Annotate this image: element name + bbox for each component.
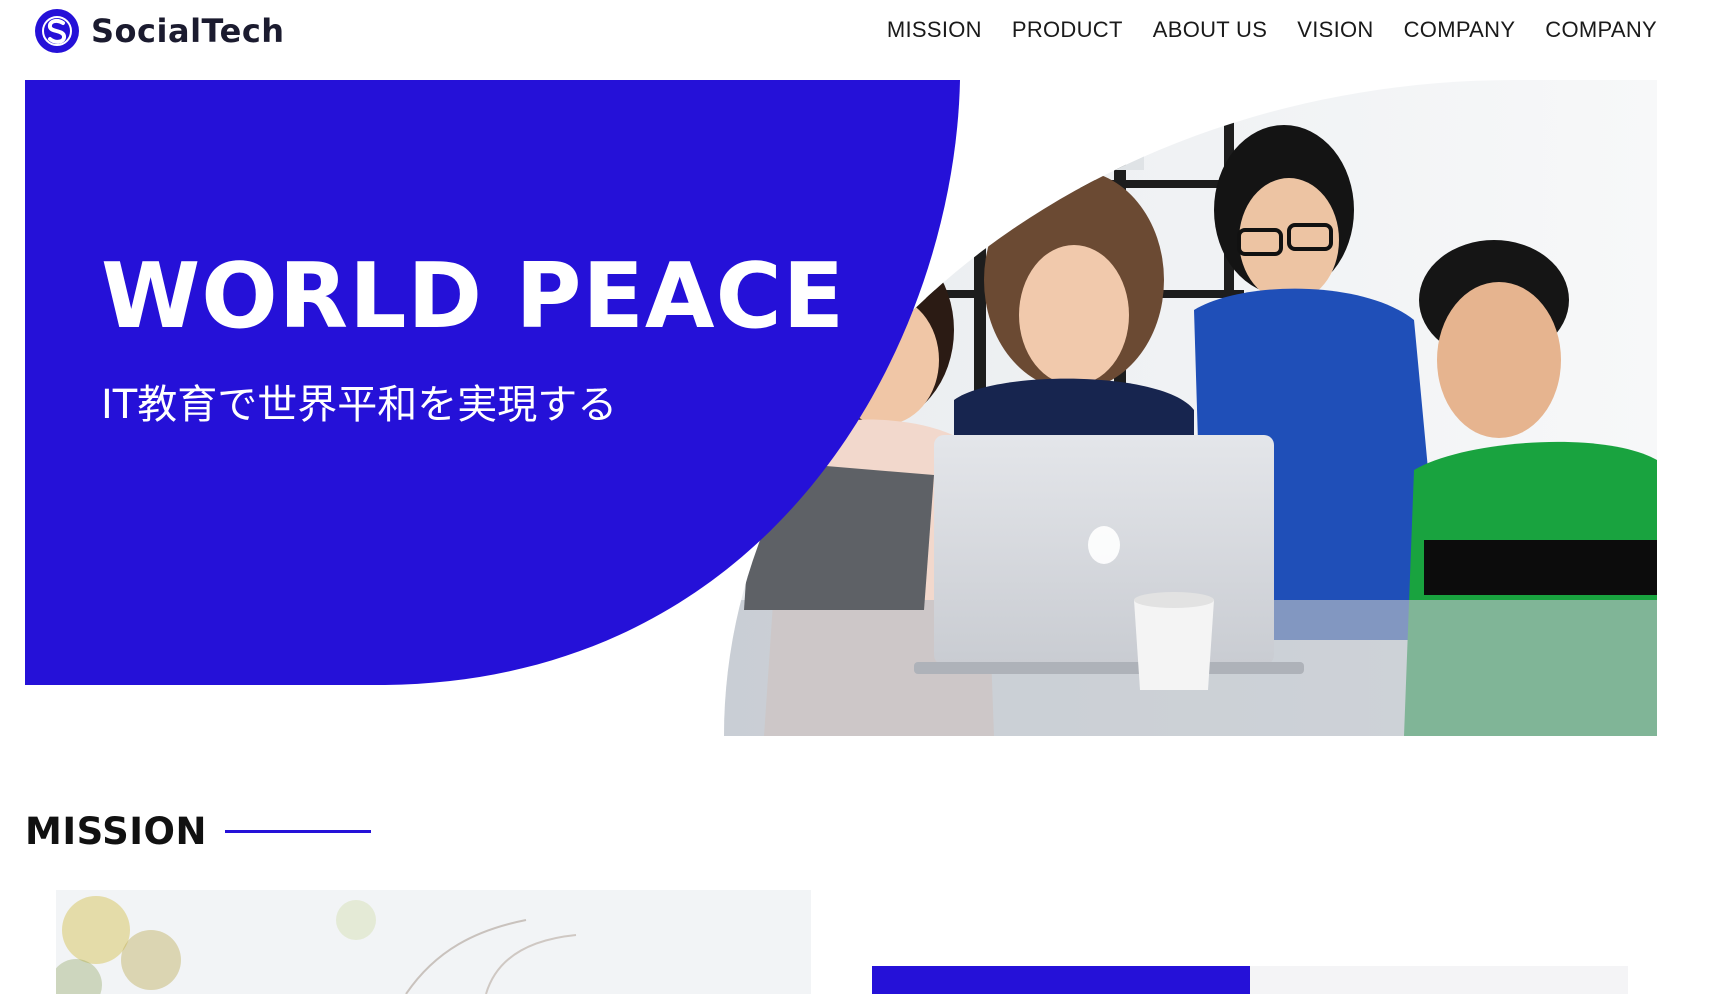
nav-about-us[interactable]: ABOUT US <box>1153 17 1267 43</box>
nav-company-2[interactable]: COMPANY <box>1545 17 1657 43</box>
mission-accent-bar <box>872 966 1250 994</box>
brand-name: SocialTech <box>91 12 285 50</box>
logo-icon <box>35 9 79 53</box>
hero-subtitle: IT教育で世界平和を実現する <box>101 382 618 428</box>
nav-mission[interactable]: MISSION <box>887 17 982 43</box>
hero-title: WORLD PEACE <box>101 244 846 349</box>
nav-vision[interactable]: VISION <box>1297 17 1373 43</box>
brand-logo[interactable]: SocialTech <box>35 9 285 53</box>
nav-company[interactable]: COMPANY <box>1404 17 1516 43</box>
mission-panel <box>1250 966 1628 994</box>
nav-product[interactable]: PRODUCT <box>1012 17 1123 43</box>
mission-heading: MISSION <box>25 810 371 853</box>
main-nav: MISSION PRODUCT ABOUT US VISION COMPANY … <box>887 17 1657 43</box>
mission-photo <box>56 890 811 994</box>
section-title: MISSION <box>25 810 207 853</box>
heading-underline <box>224 830 371 833</box>
